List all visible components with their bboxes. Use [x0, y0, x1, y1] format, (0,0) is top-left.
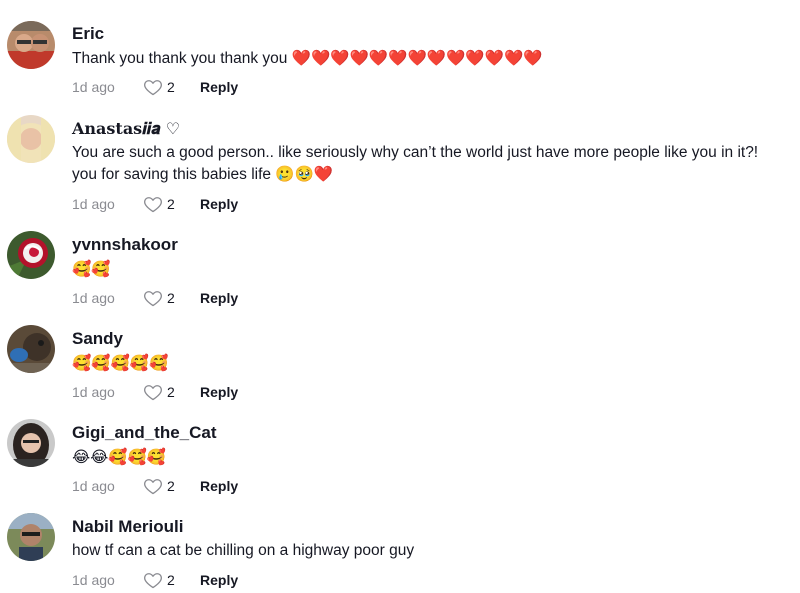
heart-outline-icon[interactable] [143, 382, 163, 402]
comment-username[interactable]: Gigi_and_the_Cat [72, 423, 217, 443]
comment-text: how tf can a cat be chilling on a highwa… [72, 542, 415, 559]
like-count: 2 [167, 79, 175, 95]
comment-time: 1d ago [72, 478, 115, 494]
comment-text: 🥰🥰🥰🥰🥰 [72, 354, 169, 372]
like-count: 2 [167, 196, 175, 212]
comment-username[interactable]: Eric [72, 24, 104, 44]
avatar[interactable] [7, 325, 55, 373]
comment-text: 😂😂🥰🥰🥰 [72, 448, 167, 466]
avatar[interactable] [7, 419, 55, 467]
like-count: 2 [167, 384, 175, 400]
reply-button[interactable]: Reply [200, 196, 238, 212]
comment-username[interactable]: Sandy [72, 329, 123, 349]
avatar[interactable] [7, 21, 55, 69]
comment-time: 1d ago [72, 290, 115, 306]
heart-outline-icon[interactable] [143, 570, 163, 590]
truncated-previous-comment: · · · · [72, 0, 96, 2]
heart-outline-icon[interactable] [143, 476, 163, 496]
comment-time: 1d ago [72, 384, 115, 400]
heart-outline-icon[interactable] [143, 288, 163, 308]
comment-text: Thank you thank you thank you ❤️❤️❤️❤️❤️… [72, 50, 543, 67]
reply-button[interactable]: Reply [200, 290, 238, 306]
comment-username[interactable]: 𝐀𝐧𝐚𝐬𝐭𝐚𝐬𝒊𝒊𝒂 ♡ [72, 119, 180, 139]
comment-text: You are such a good person.. like seriou… [72, 144, 759, 161]
like-count: 2 [167, 572, 175, 588]
reply-button[interactable]: Reply [200, 572, 238, 588]
reply-button[interactable]: Reply [200, 478, 238, 494]
comment-time: 1d ago [72, 79, 115, 95]
comment-text: 🥰🥰 [72, 260, 111, 278]
avatar[interactable] [7, 513, 55, 561]
like-count: 2 [167, 290, 175, 306]
comment-time: 1d ago [72, 196, 115, 212]
comment-time: 1d ago [72, 572, 115, 588]
avatar[interactable] [7, 231, 55, 279]
comment-username[interactable]: yvnnshakoor [72, 235, 178, 255]
reply-button[interactable]: Reply [200, 384, 238, 400]
reply-button[interactable]: Reply [200, 79, 238, 95]
like-count: 2 [167, 478, 175, 494]
comment-text-line-2: you for saving this babies life 🥲🥹❤️ [72, 166, 334, 183]
heart-outline-icon[interactable] [143, 77, 163, 97]
avatar[interactable] [7, 115, 55, 163]
comment-username[interactable]: Nabil Meriouli [72, 517, 183, 537]
heart-outline-icon[interactable] [143, 194, 163, 214]
